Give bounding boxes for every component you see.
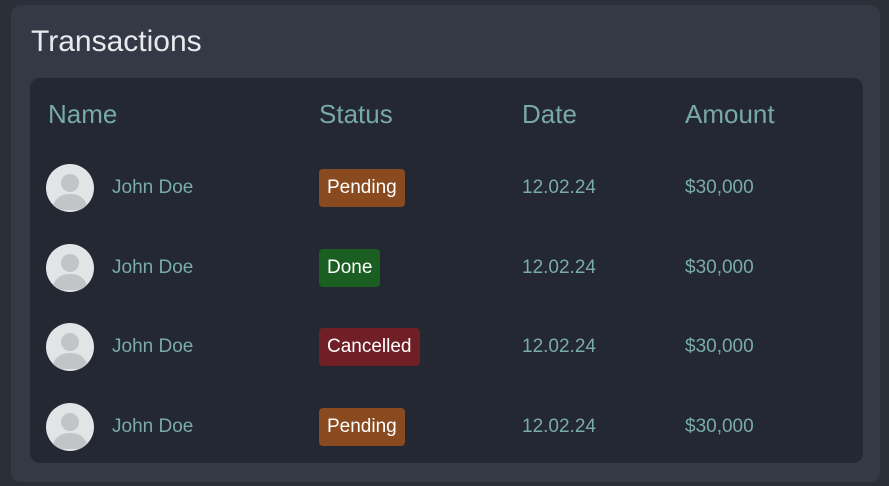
user-avatar-icon (46, 403, 94, 451)
row-name: John Doe (112, 257, 194, 278)
table-row[interactable]: John Doe Pending 12.02.24 $30,000 (30, 397, 863, 457)
status-badge: Pending (319, 169, 405, 207)
user-avatar-icon (46, 323, 94, 371)
transactions-card: Transactions Name Status Date Amount Joh… (11, 5, 880, 482)
row-date: 12.02.24 (522, 416, 596, 437)
column-header-status: Status (319, 99, 393, 129)
status-badge: Pending (319, 408, 405, 446)
row-amount: $30,000 (685, 177, 754, 198)
user-avatar-icon (46, 164, 94, 212)
row-amount: $30,000 (685, 416, 754, 437)
table-row[interactable]: John Doe Cancelled 12.02.24 $30,000 (30, 317, 863, 377)
row-amount: $30,000 (685, 257, 754, 278)
column-header-amount: Amount (685, 99, 775, 129)
user-avatar-icon (46, 244, 94, 292)
row-name: John Doe (112, 336, 194, 357)
table-row[interactable]: John Doe Pending 12.02.24 $30,000 (30, 158, 863, 218)
column-header-name: Name (48, 99, 118, 129)
card-title: Transactions (31, 25, 202, 58)
status-badge: Cancelled (319, 328, 420, 366)
row-amount: $30,000 (685, 336, 754, 357)
row-date: 12.02.24 (522, 257, 596, 278)
table-row[interactable]: John Doe Done 12.02.24 $30,000 (30, 238, 863, 298)
status-badge: Done (319, 249, 381, 287)
row-date: 12.02.24 (522, 336, 596, 357)
row-name: John Doe (112, 177, 194, 198)
row-name: John Doe (112, 416, 194, 437)
row-date: 12.02.24 (522, 177, 596, 198)
transactions-table: Name Status Date Amount John Doe Pending… (30, 78, 863, 463)
column-header-date: Date (522, 99, 577, 129)
